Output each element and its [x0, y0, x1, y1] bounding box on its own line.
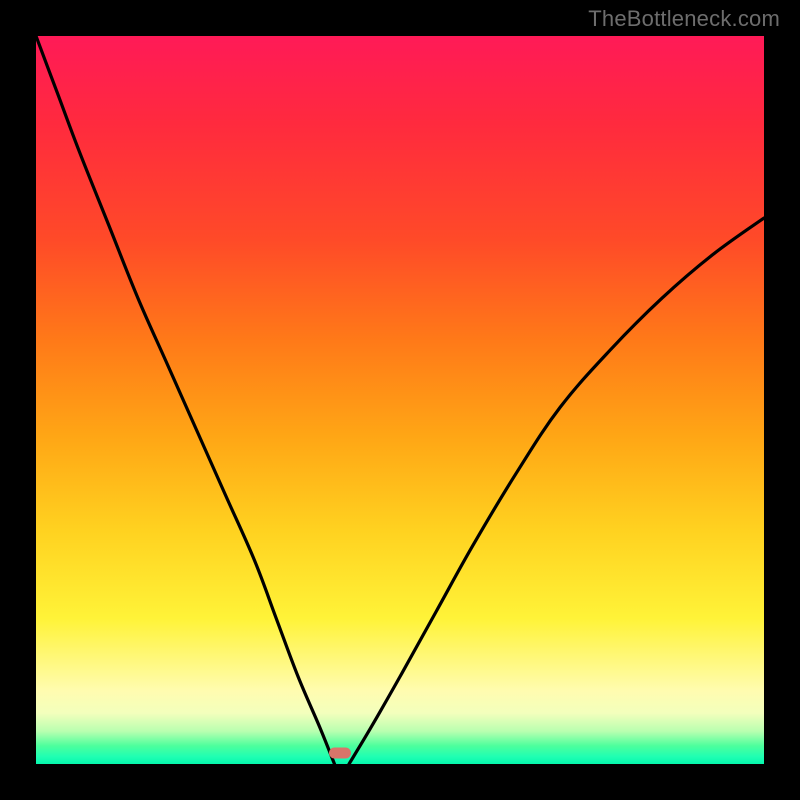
- chart-frame: TheBottleneck.com: [0, 0, 800, 800]
- watermark-text: TheBottleneck.com: [588, 6, 780, 32]
- minimum-marker: [329, 748, 351, 759]
- plot-area: [36, 36, 764, 764]
- curve-right-branch: [349, 218, 764, 764]
- curve-svg: [36, 36, 764, 764]
- curve-left-branch: [36, 36, 334, 764]
